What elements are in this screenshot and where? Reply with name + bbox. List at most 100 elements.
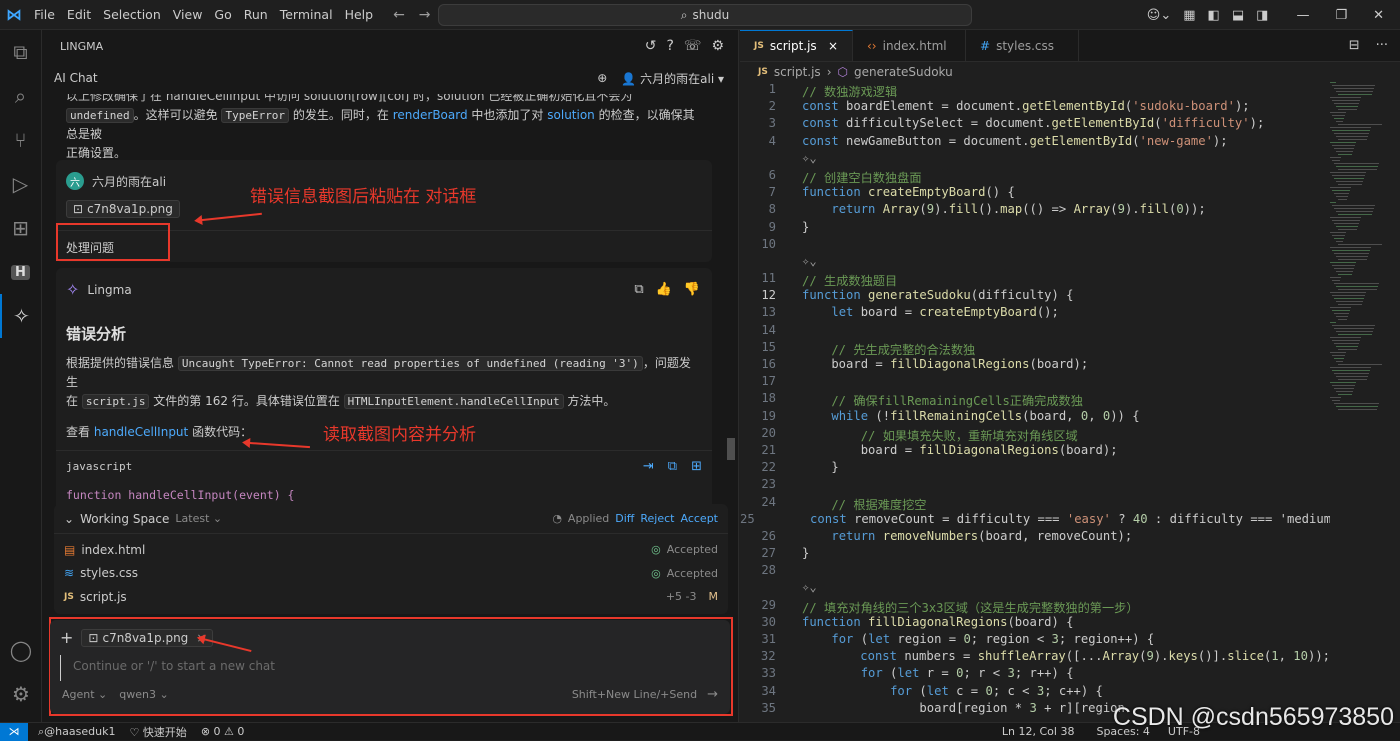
search-activity-icon[interactable]: ⌕ bbox=[0, 74, 41, 118]
chat-input-field[interactable]: Continue or '/' to start a new chat bbox=[60, 655, 730, 681]
new-chat-icon[interactable]: ⊕ bbox=[597, 71, 607, 85]
code-line[interactable]: 32 const numbers = shuffleArray([...Arra… bbox=[740, 649, 1330, 666]
code-line[interactable]: 9} bbox=[740, 220, 1330, 237]
code-line[interactable]: 10 bbox=[740, 237, 1330, 254]
agent-mode-dropdown[interactable]: Agent ⌄ bbox=[62, 688, 107, 701]
toggle-sidebar-icon[interactable]: ◧ bbox=[1208, 8, 1220, 23]
code-line[interactable]: 33 for (let r = 0; r < 3; r++) { bbox=[740, 666, 1330, 683]
code-line[interactable]: 21 board = fillDiagonalRegions(board); bbox=[740, 443, 1330, 460]
code-line[interactable]: 14 bbox=[740, 323, 1330, 340]
code-editor[interactable]: 1// 数独游戏逻辑2const boardElement = document… bbox=[740, 82, 1330, 722]
code-line[interactable]: 25 const removeCount = difficulty === 'e… bbox=[740, 512, 1330, 529]
tab-styles-css[interactable]: #styles.css bbox=[966, 30, 1079, 61]
chat-scrollbar[interactable] bbox=[726, 94, 736, 530]
code-line[interactable]: 17 bbox=[740, 374, 1330, 391]
breadcrumb-file[interactable]: script.js bbox=[774, 65, 821, 79]
back-arrow-icon[interactable]: ← bbox=[393, 7, 405, 23]
explorer-icon[interactable]: ⧉ bbox=[0, 30, 41, 74]
copy-icon[interactable]: ⧉ bbox=[634, 282, 643, 297]
reject-button[interactable]: Reject bbox=[640, 512, 674, 525]
code-line[interactable]: 18 // 确保fillRemainingCells正确完成数独 bbox=[740, 391, 1330, 408]
forward-arrow-icon[interactable]: → bbox=[419, 7, 431, 23]
code-line[interactable]: 7function createEmptyBoard() { bbox=[740, 185, 1330, 202]
minimap[interactable] bbox=[1330, 82, 1386, 412]
workspace-file-row[interactable]: JSscript.js +5 -3 M bbox=[54, 585, 728, 609]
latest-dropdown[interactable]: Latest ⌄ bbox=[175, 512, 222, 525]
account-icon[interactable]: ◯ bbox=[0, 628, 42, 672]
settings-icon[interactable]: ⚙ bbox=[711, 38, 724, 54]
code-line[interactable]: 22 } bbox=[740, 460, 1330, 477]
code-line[interactable]: 11// 生成数独题目 bbox=[740, 271, 1330, 288]
copilot-icon[interactable]: ☺⌄ bbox=[1147, 8, 1171, 23]
thumbs-up-icon[interactable]: 👍 bbox=[656, 282, 672, 297]
scroll-thumb[interactable] bbox=[727, 438, 735, 460]
command-center-search[interactable]: ⌕ shudu bbox=[438, 4, 972, 26]
status-quickstart[interactable]: ♡ 快速开始 bbox=[129, 724, 186, 740]
menu-help[interactable]: Help bbox=[339, 0, 380, 30]
copy-code-icon[interactable]: ⧉ bbox=[668, 459, 677, 474]
status-problems[interactable]: ⊗ 0 ⚠ 0 bbox=[201, 725, 245, 738]
code-line[interactable]: 24 // 根据难度挖空 bbox=[740, 495, 1330, 512]
code-line[interactable]: 28 bbox=[740, 563, 1330, 580]
thumbs-down-icon[interactable]: 👎 bbox=[684, 282, 700, 297]
input-attachment-chip[interactable]: ⊡c7n8va1p.png× bbox=[81, 629, 213, 647]
split-editor-icon[interactable]: ⊟ bbox=[1349, 38, 1360, 53]
code-line[interactable]: 26 return removeNumbers(board, removeCou… bbox=[740, 529, 1330, 546]
toggle-secondary-sidebar-icon[interactable]: ◨ bbox=[1256, 8, 1268, 23]
code-line[interactable]: 20 // 如果填充失败，重新填充对角线区域 bbox=[740, 426, 1330, 443]
code-link[interactable]: handleCellInput bbox=[94, 425, 188, 439]
send-icon[interactable]: → bbox=[707, 687, 718, 702]
status-position[interactable]: Ln 12, Col 38 bbox=[1002, 725, 1075, 738]
tab-index-html[interactable]: ‹›index.html bbox=[853, 30, 966, 61]
menu-selection[interactable]: Selection bbox=[97, 0, 167, 30]
code-line[interactable]: 2const boardElement = document.getElemen… bbox=[740, 99, 1330, 116]
menu-go[interactable]: Go bbox=[208, 0, 237, 30]
help-icon[interactable]: ? bbox=[666, 38, 673, 54]
code-line[interactable]: 29// 填充对角线的三个3x3区域（这是生成完整数独的第一步） bbox=[740, 598, 1330, 615]
code-line[interactable]: 3const difficultySelect = document.getEl… bbox=[740, 116, 1330, 133]
code-line[interactable]: 12function generateSudoku(difficulty) { bbox=[740, 288, 1330, 305]
add-context-icon[interactable]: + bbox=[60, 628, 73, 647]
chevron-down-icon[interactable]: ⌄ bbox=[64, 512, 74, 526]
lingma-icon[interactable]: ✧ bbox=[0, 294, 41, 338]
code-line[interactable]: 34 for (let c = 0; c < 3; c++) { bbox=[740, 684, 1330, 701]
menu-terminal[interactable]: Terminal bbox=[274, 0, 339, 30]
history-icon[interactable]: ↺ bbox=[645, 38, 657, 54]
feedback-icon[interactable]: ☏ bbox=[684, 38, 702, 54]
code-line[interactable]: 16 board = fillDiagonalRegions(board); bbox=[740, 357, 1330, 374]
code-line[interactable]: 13 let board = createEmptyBoard(); bbox=[740, 305, 1330, 322]
attachment-chip[interactable]: ⊡c7n8va1p.png bbox=[66, 200, 180, 218]
restore-icon[interactable]: ❐ bbox=[1335, 8, 1347, 23]
code-line[interactable]: 15 // 先生成完整的合法数独 bbox=[740, 340, 1330, 357]
h-extension-icon[interactable]: H bbox=[0, 250, 41, 294]
code-line[interactable]: 1// 数独游戏逻辑 bbox=[740, 82, 1330, 99]
breadcrumb-function[interactable]: generateSudoku bbox=[854, 65, 953, 79]
user-menu[interactable]: 👤 六月的雨在ali ▾ bbox=[621, 70, 724, 87]
code-line[interactable]: 27} bbox=[740, 546, 1330, 563]
source-control-icon[interactable]: ⑂ bbox=[0, 118, 41, 162]
menu-run[interactable]: Run bbox=[238, 0, 274, 30]
customize-layout-icon[interactable]: ▦ bbox=[1183, 8, 1195, 23]
workspace-file-row[interactable]: ▤index.html ◎Accepted bbox=[54, 538, 728, 562]
menu-file[interactable]: File bbox=[28, 0, 61, 30]
code-line[interactable]: ✧⌄ bbox=[740, 580, 1330, 597]
code-line[interactable]: 19 while (!fillRemainingCells(board, 0, … bbox=[740, 409, 1330, 426]
chat-history[interactable]: 以上修改确保了在 handleCellInput 中访问 solution[ro… bbox=[42, 94, 739, 530]
extensions-icon[interactable]: ⊞ bbox=[0, 206, 41, 250]
workspace-file-row[interactable]: ≋styles.css ◎Accepted bbox=[54, 562, 728, 586]
remote-icon[interactable]: ⋊ bbox=[0, 723, 28, 741]
accept-button[interactable]: Accept bbox=[681, 512, 719, 525]
status-user[interactable]: ⌕@haaseduk1 bbox=[38, 725, 115, 739]
code-line[interactable]: 8 return Array(9).fill().map(() => Array… bbox=[740, 202, 1330, 219]
code-line[interactable]: 4const newGameButton = document.getEleme… bbox=[740, 134, 1330, 151]
code-line[interactable]: 23 bbox=[740, 477, 1330, 494]
minimize-icon[interactable]: — bbox=[1296, 8, 1309, 23]
code-line[interactable]: 31 for (let region = 0; region < 3; regi… bbox=[740, 632, 1330, 649]
more-actions-icon[interactable]: ··· bbox=[1376, 38, 1388, 53]
code-link[interactable]: renderBoard bbox=[393, 108, 468, 122]
tab-script-js[interactable]: JSscript.js× bbox=[740, 30, 853, 61]
settings-gear-icon[interactable]: ⚙ bbox=[0, 672, 42, 716]
model-dropdown[interactable]: qwen3 ⌄ bbox=[119, 688, 168, 701]
run-debug-icon[interactable]: ▷ bbox=[0, 162, 41, 206]
code-line[interactable]: ✧⌄ bbox=[740, 254, 1330, 271]
